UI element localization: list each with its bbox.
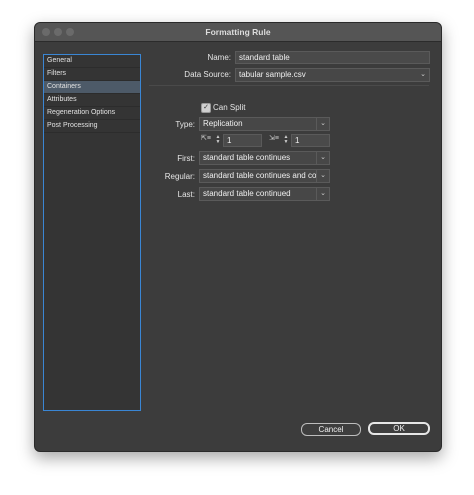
last-select[interactable]: standard table continued ⌄ — [199, 187, 330, 201]
rows-below-icon: ⇲≡ — [269, 135, 279, 142]
first-select[interactable]: standard table continues ⌄ — [199, 151, 330, 165]
title-bar: Formatting Rule — [35, 23, 441, 42]
stepper-icon[interactable]: ▲ ▼ — [283, 135, 289, 146]
regular-select[interactable]: standard table continues and co ⌄ — [199, 169, 330, 183]
type-label: Type: — [175, 120, 195, 129]
last-label: Last: — [177, 190, 195, 199]
window-title: Formatting Rule — [205, 27, 271, 37]
stepper-icon[interactable]: ▲ ▼ — [215, 135, 221, 146]
chevron-down-icon: ⌄ — [316, 118, 329, 130]
can-split-checkbox[interactable]: ✓ — [201, 103, 211, 113]
sidebar-item-post-processing[interactable]: Post Processing — [44, 120, 140, 133]
chevron-down-icon: ⌄ — [316, 170, 329, 182]
chevron-down-icon: ⌄ — [316, 188, 329, 200]
ok-button[interactable]: OK — [368, 422, 430, 435]
name-label: Name: — [207, 53, 231, 62]
data-source-label: Data Source: — [184, 70, 231, 79]
rows-above-icon: ⇱≡ — [201, 135, 211, 142]
type-select[interactable]: Replication ⌄ — [199, 117, 330, 131]
sidebar-item-containers[interactable]: Containers — [44, 81, 140, 94]
rows-before-split-field[interactable]: 1 — [223, 134, 262, 147]
data-source-value: tabular sample.csv — [239, 70, 306, 79]
sidebar-item-regeneration-options[interactable]: Regeneration Options — [44, 107, 140, 120]
type-value: Replication — [203, 119, 243, 128]
sidebar-item-attributes[interactable]: Attributes — [44, 94, 140, 107]
first-label: First: — [177, 154, 195, 163]
rows-after-split-field[interactable]: 1 — [291, 134, 330, 147]
first-value: standard table continues — [203, 153, 291, 162]
data-source-select[interactable]: tabular sample.csv ⌄ — [235, 68, 430, 82]
sidebar-item-general[interactable]: General — [44, 55, 140, 68]
sidebar-item-filters[interactable]: Filters — [44, 68, 140, 81]
formatting-rule-dialog: Formatting Rule General Filters Containe… — [34, 22, 442, 452]
cancel-button[interactable]: Cancel — [301, 423, 361, 436]
regular-value: standard table continues and co — [203, 171, 317, 180]
chevron-down-icon: ⌄ — [316, 152, 329, 164]
checkmark-icon: ✓ — [203, 104, 209, 111]
last-value: standard table continued — [203, 189, 291, 198]
regular-label: Regular: — [164, 172, 195, 181]
category-sidebar: General Filters Containers Attributes Re… — [43, 54, 141, 411]
can-split-label: Can Split — [213, 103, 246, 112]
name-field[interactable]: standard table — [235, 51, 430, 64]
section-divider — [149, 85, 429, 86]
chevron-down-icon: ⌄ — [417, 69, 429, 81]
